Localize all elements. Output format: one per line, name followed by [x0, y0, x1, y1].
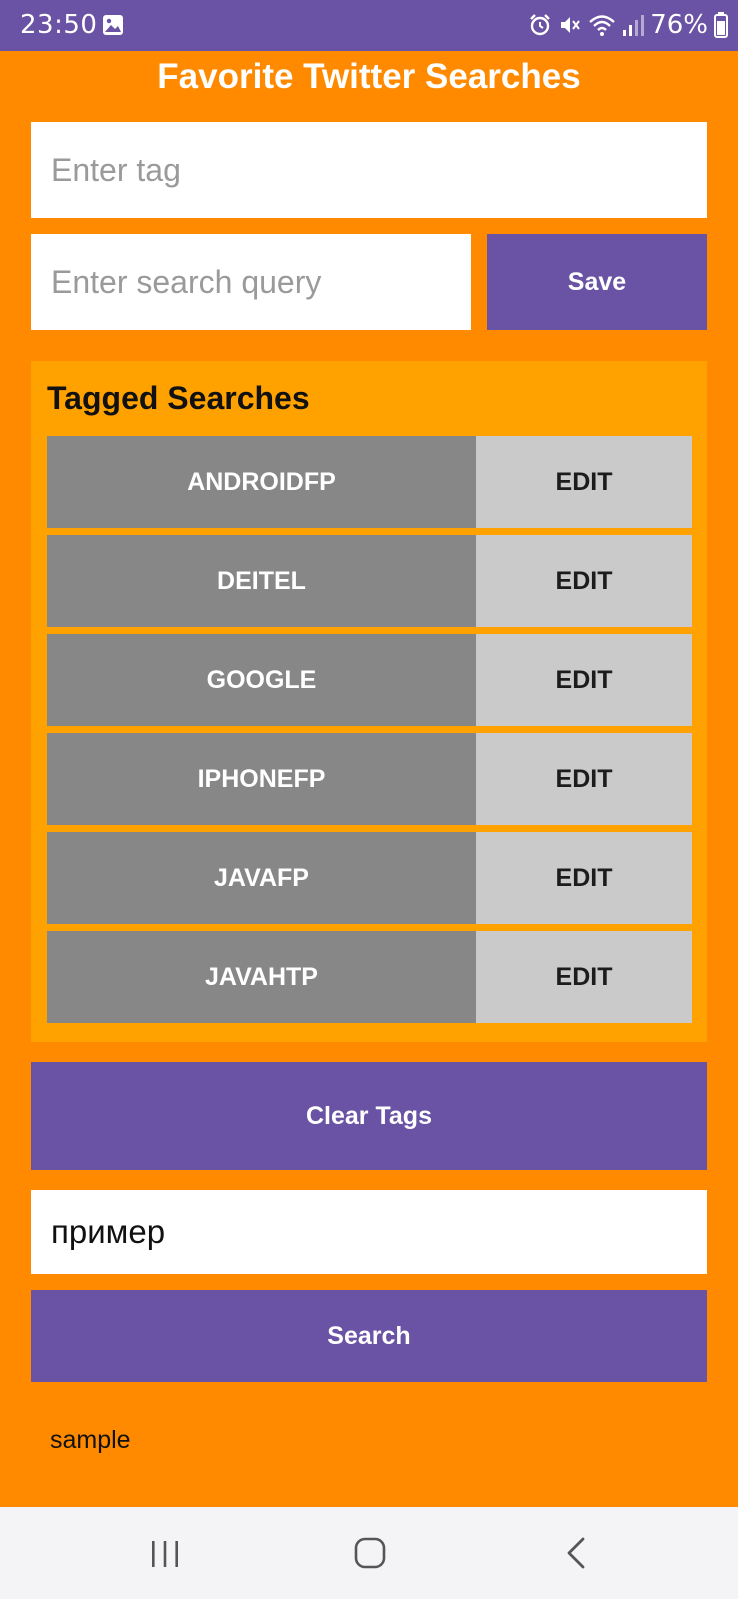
search-input[interactable]	[31, 1190, 707, 1274]
tag-row: JAVAHTP EDIT	[47, 931, 692, 1023]
status-bar: 23:50 76%	[0, 0, 738, 51]
edit-button[interactable]: EDIT	[476, 931, 692, 1023]
tag-list: ANDROIDFP EDIT DEITEL EDIT GOOGLE EDIT I…	[47, 436, 692, 1030]
status-icons: 76%	[528, 8, 728, 42]
wifi-icon	[589, 15, 616, 36]
search-result-text: sample	[50, 1426, 131, 1454]
tag-row: GOOGLE EDIT	[47, 634, 692, 726]
home-icon[interactable]	[350, 1533, 390, 1573]
battery-percentage: 76%	[650, 10, 708, 40]
navigation-bar	[0, 1507, 738, 1599]
search-query-input[interactable]	[31, 234, 471, 330]
clear-tags-button[interactable]: Clear Tags	[31, 1062, 707, 1170]
tag-row: ANDROIDFP EDIT	[47, 436, 692, 528]
tag-button[interactable]: ANDROIDFP	[47, 436, 476, 528]
tag-button[interactable]: IPHONEFP	[47, 733, 476, 825]
battery-icon	[714, 12, 728, 38]
recent-apps-icon[interactable]	[145, 1533, 185, 1573]
edit-button[interactable]: EDIT	[476, 535, 692, 627]
tag-row: IPHONEFP EDIT	[47, 733, 692, 825]
signal-icon	[623, 15, 645, 36]
tag-button[interactable]: DEITEL	[47, 535, 476, 627]
save-button[interactable]: Save	[487, 234, 707, 330]
app-title: Favorite Twitter Searches	[157, 57, 581, 96]
back-icon[interactable]	[557, 1533, 597, 1573]
edit-button[interactable]: EDIT	[476, 436, 692, 528]
tag-button[interactable]: JAVAFP	[47, 832, 476, 924]
tag-button[interactable]: JAVAHTP	[47, 931, 476, 1023]
tag-button[interactable]: GOOGLE	[47, 634, 476, 726]
gallery-icon	[103, 15, 123, 35]
search-button[interactable]: Search	[31, 1290, 707, 1382]
status-time: 23:50	[20, 10, 98, 40]
tag-input[interactable]	[31, 122, 707, 218]
tag-row: DEITEL EDIT	[47, 535, 692, 627]
mute-icon	[561, 17, 581, 33]
alarm-icon	[530, 14, 551, 36]
edit-button[interactable]: EDIT	[476, 733, 692, 825]
tagged-searches-panel: Tagged Searches ANDROIDFP EDIT DEITEL ED…	[31, 361, 707, 1042]
tagged-searches-title: Tagged Searches	[47, 380, 310, 416]
edit-button[interactable]: EDIT	[476, 832, 692, 924]
tag-row: JAVAFP EDIT	[47, 832, 692, 924]
edit-button[interactable]: EDIT	[476, 634, 692, 726]
